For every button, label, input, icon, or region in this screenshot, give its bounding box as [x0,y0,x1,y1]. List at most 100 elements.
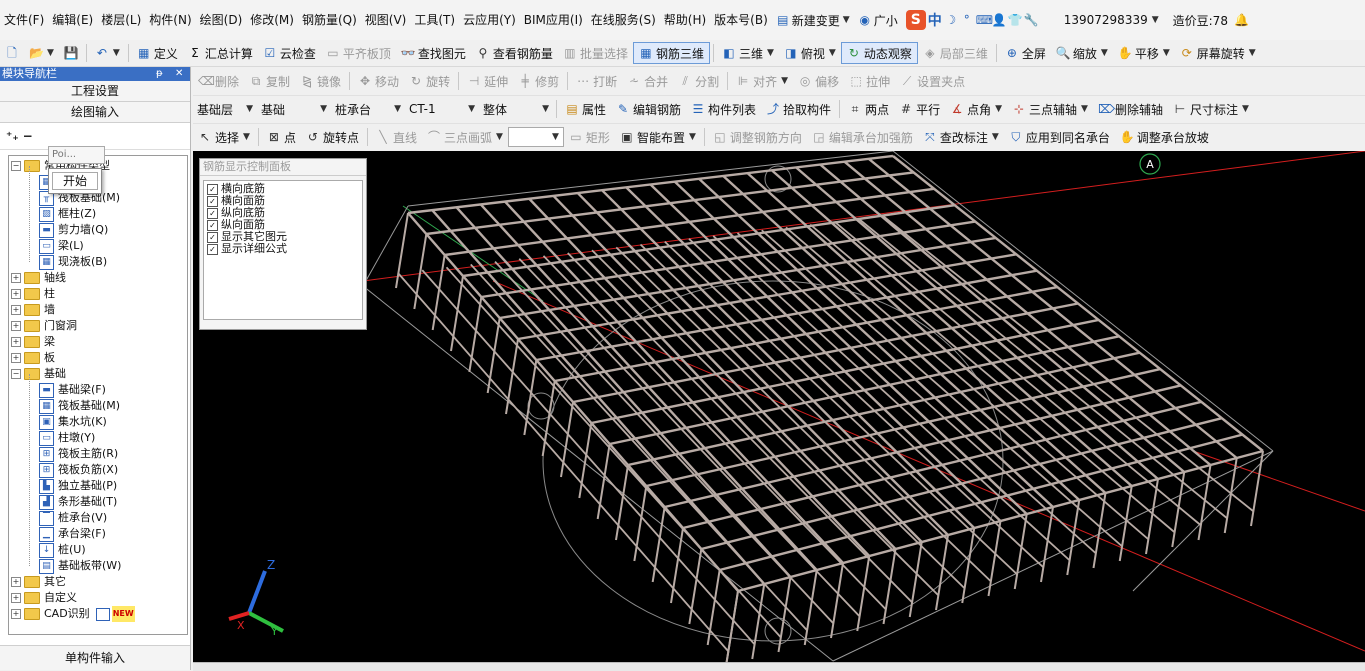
rebar-option[interactable]: ✓ 显示详细公式 [204,243,362,255]
checkbox[interactable]: ✓ [207,231,218,243]
start-button[interactable]: 开始 [52,172,98,190]
menu-item[interactable]: 编辑(E) [48,0,97,40]
collapse-icon[interactable]: − [11,161,21,171]
checkbox[interactable]: ✓ [207,219,218,231]
zoom-button[interactable]: 🔍 缩放 ▼ [1051,41,1113,65]
tree-folder[interactable]: + 自定义 [11,590,77,606]
collapse-all-icon[interactable]: − [23,129,33,143]
three-point-aux-button[interactable]: ⊹ 三点辅轴 ▼ [1007,97,1093,121]
fullscreen-button[interactable]: ⊕ 全屏 [1000,41,1051,65]
point-angle-button[interactable]: ∡ 点角 ▼ [945,97,1007,121]
menu-item[interactable]: 楼层(L) [97,0,145,40]
draw-mode-select[interactable]: ▼ [507,127,564,147]
expand-icon[interactable]: + [11,609,21,619]
menu-item[interactable]: 版本号(B) [710,0,772,40]
scope-select[interactable]: 整体 ▼ [479,100,553,118]
tree-leaf[interactable]: ▬ 剪力墙(Q) [39,222,108,238]
adjust-rebar-dir-button[interactable]: ◱ 调整钢筋方向 [708,125,807,149]
shirt-icon[interactable]: 👕 [1008,13,1023,27]
guangxiao-button[interactable]: ◉ 广小 [854,12,902,29]
tree-leaf[interactable]: ▤ 基础板带(W) [39,558,121,574]
tree-folder[interactable]: + 其它 [11,574,66,590]
tree-folder[interactable]: + 梁 [11,334,55,350]
element-list-button[interactable]: ☰ 构件列表 [686,97,761,121]
tree-leaf[interactable]: ⊞ 筏板负筋(X) [39,462,118,478]
tree-folder[interactable]: + CAD识别 NEW [11,606,135,622]
menu-item[interactable]: BIM应用(I) [520,0,587,40]
tree-leaf[interactable]: ▦ 筏板基础(M) [39,398,120,414]
undo-button[interactable]: ↶ ▼ [90,41,125,65]
apply-same-cap-button[interactable]: ⛉ 应用到同名承台 [1004,125,1115,149]
delete-aux-button[interactable]: ⌦ 删除辅轴 [1093,97,1168,121]
expand-icon[interactable]: + [11,273,21,283]
three-d-button[interactable]: ◧ 三维 ▼ [717,41,779,65]
split-button[interactable]: ⫽ 分割 [673,69,724,93]
tree-folder[interactable]: + 柱 [11,286,55,302]
checkbox[interactable]: ✓ [207,195,218,207]
cloud-check-button[interactable]: ☑ 云检查 [258,41,321,65]
user-icon[interactable]: 👤 [992,13,1007,27]
pick-element-button[interactable]: ⤴ 拾取构件 [761,97,836,121]
tree-folder[interactable]: + 板 [11,350,55,366]
adjust-cap-slope-button[interactable]: ✋ 调整承台放坡 [1115,125,1214,149]
dim-label-button[interactable]: ⊢ 尺寸标注 ▼ [1168,97,1254,121]
menu-item[interactable]: 构件(N) [145,0,195,40]
tree-folder[interactable]: + 门窗洞 [11,318,77,334]
align-button[interactable]: ⊫ 对齐 ▼ [731,69,793,93]
sum-calc-button[interactable]: Σ 汇总计算 [183,41,258,65]
tree-leaf[interactable]: ▣ 集水坑(K) [39,414,107,430]
expand-icon[interactable]: + [11,353,21,363]
menu-item[interactable]: 文件(F) [0,0,48,40]
merge-button[interactable]: ⩪ 合并 [622,69,673,93]
rotate-point-button[interactable]: ↺ 旋转点 [301,125,364,149]
break-button[interactable]: ⋯ 打断 [571,69,622,93]
pin-icon[interactable]: ᵽ [156,67,163,81]
delete-button[interactable]: ⌫ 删除 [193,69,244,93]
parallel-button[interactable]: # 平行 [894,97,945,121]
edit-cap-rebar-button[interactable]: ◲ 编辑承台加强筋 [807,125,918,149]
offset-button[interactable]: ◎ 偏移 [793,69,844,93]
expand-icon[interactable]: + [11,337,21,347]
expand-all-icon[interactable]: ⁺₊ [6,129,19,143]
trim-button[interactable]: ╪ 修剪 [513,69,564,93]
checkbox[interactable]: ✓ [207,243,218,255]
open-file-button[interactable]: 📂 ▼ [24,41,59,65]
screen-rotate-button[interactable]: ⟳ 屏幕旋转 ▼ [1175,41,1261,65]
chevron-down-icon[interactable]: ▼ [1152,15,1159,25]
expand-icon[interactable]: + [11,577,21,587]
tree-leaf[interactable]: ▬ 基础梁(F) [39,382,106,398]
mirror-button[interactable]: ⧎ 镜像 [295,69,346,93]
rebar-3d-button[interactable]: ▦ 钢筋三维 [632,42,710,64]
smart-layout-button[interactable]: ▣ 智能布置 ▼ [615,125,701,149]
floor-select[interactable]: 基础层 ▼ [193,100,257,118]
tree-folder[interactable]: + 墙 [11,302,55,318]
wrench-icon[interactable]: 🔧 [1024,13,1039,27]
tree-leaf[interactable]: ▔ 桩承台(V) [39,510,107,526]
tree-leaf[interactable]: ⊞ 筏板主筋(R) [39,446,118,462]
menu-item[interactable]: 帮助(H) [660,0,710,40]
flat-top-button[interactable]: ▭ 平齐板顶 [321,41,396,65]
checkbox[interactable]: ✓ [207,183,218,195]
menu-item[interactable]: 视图(V) [361,0,411,40]
phone-number[interactable]: 13907298339 [1064,13,1148,27]
collapse-icon[interactable]: − [11,369,21,379]
ime-toolbar[interactable]: S 中 ☽ ° ⌨ 👤 👕 🔧 [902,10,1042,30]
edit-rebar-button[interactable]: ✎ 编辑钢筋 [611,97,686,121]
new-file-button[interactable]: 🗋 [0,41,24,65]
dynamic-view-button[interactable]: ↻ 动态观察 [840,42,918,64]
set-grip-button[interactable]: ⟋ 设置夹点 [895,69,970,93]
menu-item[interactable]: 修改(M) [246,0,298,40]
save-button[interactable]: 💾 [59,41,83,65]
menu-item[interactable]: 工具(T) [410,0,459,40]
punctuation-icon[interactable]: ° [960,13,974,27]
line-button[interactable]: ╲ 直线 [371,125,422,149]
expand-icon[interactable]: + [11,305,21,315]
copy-button[interactable]: ⧉ 复制 [244,69,295,93]
properties-button[interactable]: ▤ 属性 [560,97,611,121]
close-icon[interactable]: ✕ [175,67,183,81]
menu-item[interactable]: 云应用(Y) [459,0,520,40]
keyboard-icon[interactable]: ⌨ [976,13,993,27]
tree-leaf[interactable]: ▭ 柱墩(Y) [39,430,95,446]
menu-item[interactable]: 在线服务(S) [587,0,660,40]
tree-folder[interactable]: − 基础 [11,366,66,382]
